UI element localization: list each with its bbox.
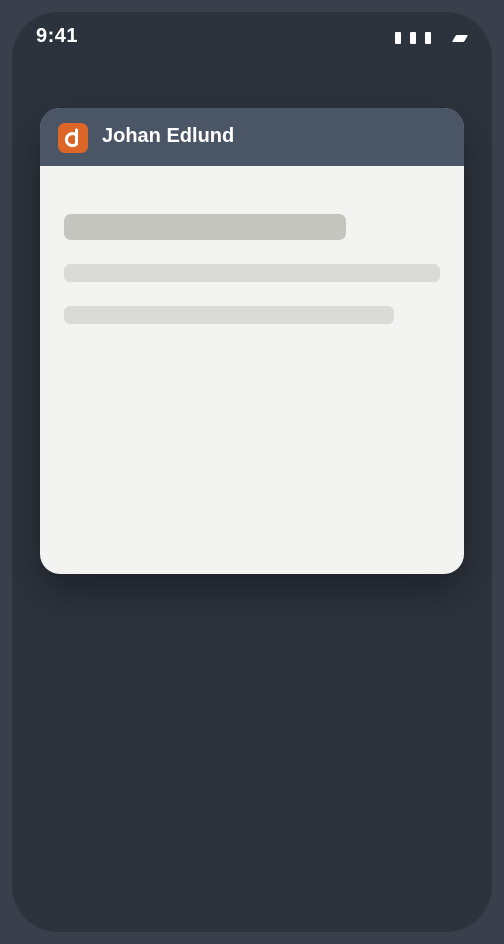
phone-screen: 9:41 Johan Edlund [12,12,492,932]
status-time: 9:41 [36,25,79,47]
app-logo-icon [58,123,88,153]
signal-bar-icon [425,32,431,44]
notification-card[interactable]: Johan Edlund [40,108,464,574]
loading-placeholder-line [64,306,394,324]
device-frame: 9:41 Johan Edlund [0,0,504,944]
status-bar: 9:41 [12,12,492,62]
status-icons [395,32,469,44]
notification-header: Johan Edlund [40,108,464,166]
battery-icon [451,34,469,42]
signal-bar-icon [395,32,401,44]
loading-placeholder-line [64,264,440,282]
notification-sender: Johan Edlund [102,125,235,147]
loading-placeholder-title [64,214,346,240]
signal-bar-icon [410,32,416,44]
